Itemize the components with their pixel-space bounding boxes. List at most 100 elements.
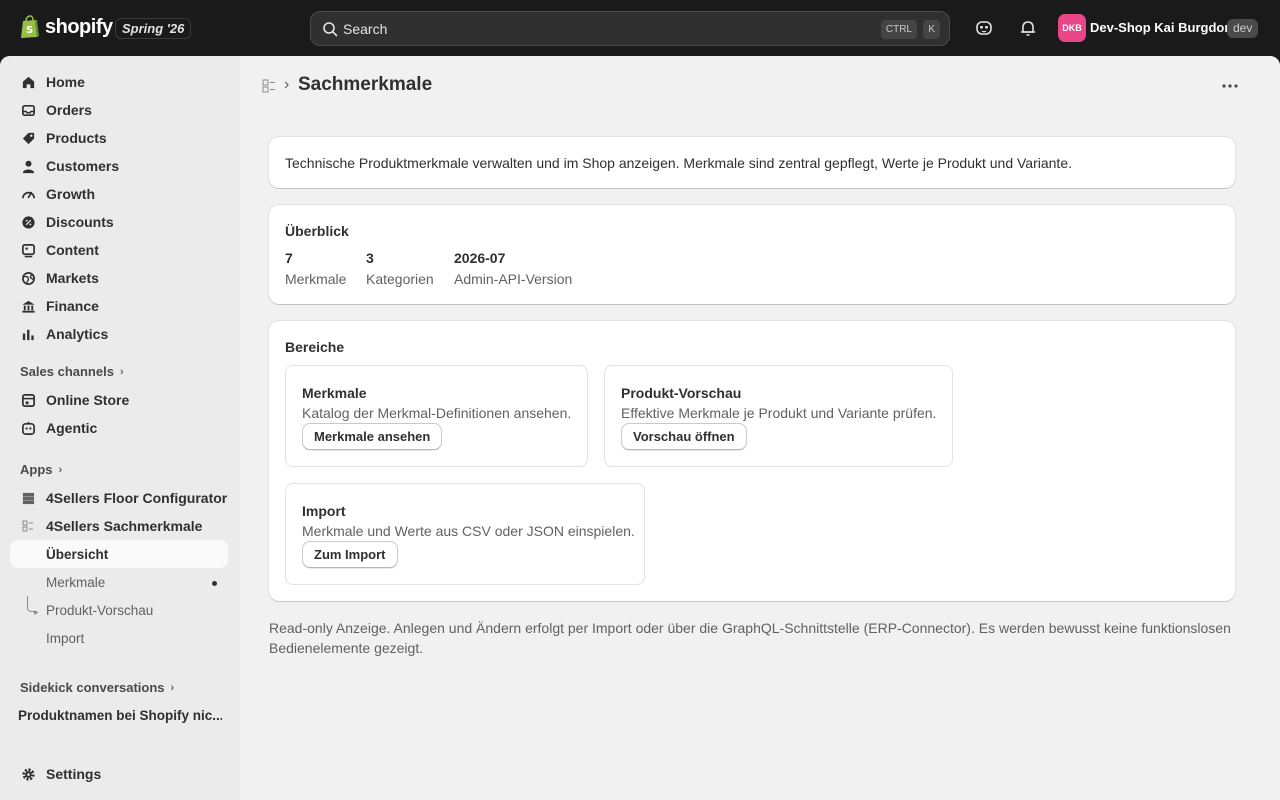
sidebar-item-online-store[interactable]: Online Store — [10, 386, 228, 414]
home-icon — [20, 74, 36, 90]
sidebar-item-floor-configurator[interactable]: 4Sellers Floor Configurator — [10, 484, 228, 512]
sidebar-item-content[interactable]: Content — [10, 236, 228, 264]
sidebar-item-discounts[interactable]: Discounts — [10, 208, 228, 236]
sidebar-subitem-produkt-vorschau[interactable]: Produkt-Vorschau — [10, 596, 228, 624]
area-description: Effektive Merkmale je Produkt und Varian… — [621, 405, 937, 421]
sidebar-item-label: Discounts — [46, 214, 114, 230]
discount-icon — [20, 214, 36, 230]
sidebar-item-finance[interactable]: Finance — [10, 292, 228, 320]
sidebar-item-label: Products — [46, 130, 107, 146]
stat-label: Merkmale — [285, 271, 347, 287]
stat-label: Kategorien — [366, 271, 434, 287]
sidebar-item-label: Agentic — [46, 420, 98, 436]
area-card-import: Import Merkmale und Werte aus CSV oder J… — [285, 483, 645, 585]
overview-card: Überblick 7 Merkmale 3 Kategorien 2026-0… — [269, 205, 1235, 304]
tag-icon — [20, 130, 36, 146]
area-title: Produkt-Vorschau — [621, 385, 742, 401]
vorschau-oeffnen-button[interactable]: Vorschau öffnen — [621, 423, 747, 450]
sidebar-subitem-merkmale[interactable]: Merkmale — [10, 568, 228, 596]
shopify-bag-icon: S — [21, 15, 39, 38]
app-sachmerkmale-icon[interactable] — [262, 79, 276, 93]
sidekick-conversations-title: Sidekick conversations — [20, 680, 165, 695]
stat-api-version: 2026-07 Admin-API-Version — [454, 250, 572, 287]
sidebar-item-sachmerkmale[interactable]: 4Sellers Sachmerkmale — [10, 512, 228, 540]
sidebar-subitem-label: Import — [46, 630, 85, 646]
stat-label: Admin-API-Version — [454, 271, 573, 287]
shop-name[interactable]: Dev-Shop Kai Burgdorf — [1090, 20, 1234, 35]
shortcut-k-key: K — [923, 20, 940, 39]
chevron-right-icon: › — [119, 365, 124, 378]
areas-card: Bereiche Merkmale Katalog der Merkmal-De… — [269, 321, 1235, 601]
sales-channels-title: Sales channels — [20, 364, 114, 379]
area-title: Import — [302, 503, 346, 519]
search-icon — [323, 22, 338, 37]
intro-card: Technische Produktmerkmale verwalten und… — [269, 137, 1235, 188]
person-icon — [20, 158, 36, 174]
store-icon — [20, 392, 36, 408]
sidebar-item-label: Finance — [46, 298, 99, 314]
sidebar-item-agentic[interactable]: Agentic — [10, 414, 228, 442]
area-description: Merkmale und Werte aus CSV oder JSON ein… — [302, 523, 635, 539]
sidebar-item-analytics[interactable]: Analytics — [10, 320, 228, 348]
apps-title: Apps — [20, 462, 53, 477]
top-bar: S shopify Spring '26 Search CTRL K DKB D… — [0, 0, 1280, 56]
shopify-logo[interactable]: S shopify — [20, 15, 113, 39]
sales-channels-heading[interactable]: Sales channels › — [20, 364, 124, 379]
sidebar-subitem-label: Produkt-Vorschau — [46, 602, 154, 618]
sidekick-conversations-heading[interactable]: Sidekick conversations › — [20, 680, 174, 695]
sidebar-item-settings[interactable]: Settings — [10, 760, 228, 788]
areas-title: Bereiche — [285, 339, 345, 355]
more-actions-button[interactable] — [1218, 74, 1242, 98]
app-sachmerkmale-icon — [20, 518, 36, 534]
sidebar-subitem-import[interactable]: Import — [10, 624, 228, 652]
inbox-icon — [20, 102, 36, 118]
notifications-button[interactable] — [1016, 16, 1040, 40]
sidebar-item-products[interactable]: Products — [10, 124, 228, 152]
sidebar-item-label: Content — [46, 242, 99, 258]
sidebar-item-label: Customers — [46, 158, 120, 174]
ellipsis-icon — [1222, 84, 1238, 88]
sidebar-item-label: Home — [46, 74, 85, 90]
gauge-icon — [20, 186, 36, 202]
bar-chart-icon — [20, 326, 36, 342]
sidebar-item-label: Settings — [46, 766, 102, 782]
app-floor-icon — [20, 490, 36, 506]
sidebar-item-label: 4Sellers Floor Configurator — [46, 490, 228, 506]
stat-kategorien: 3 Kategorien — [366, 250, 434, 287]
globe-icon — [20, 270, 36, 286]
conversation-item[interactable]: Produktnamen bei Shopify nic... — [18, 708, 222, 723]
merkmale-ansehen-button[interactable]: Merkmale ansehen — [302, 423, 443, 450]
breadcrumb-chevron-icon: › — [284, 76, 290, 93]
page-title: Sachmerkmale — [298, 74, 433, 95]
sidebar-subitem-label: Merkmale — [46, 574, 106, 590]
sidebar: Home Orders Products Customers Growth Di… — [0, 56, 240, 800]
search-input[interactable]: Search CTRL K — [310, 11, 950, 46]
sidebar-item-home[interactable]: Home — [10, 68, 228, 96]
zum-import-button[interactable]: Zum Import — [302, 541, 398, 568]
chevron-right-icon: › — [58, 463, 63, 476]
svg-text:S: S — [26, 25, 33, 36]
sidebar-item-customers[interactable]: Customers — [10, 152, 228, 180]
stat-merkmale: 7 Merkmale — [285, 250, 346, 287]
sidebar-item-markets[interactable]: Markets — [10, 264, 228, 292]
area-card-produkt-vorschau: Produkt-Vorschau Effektive Merkmale je P… — [604, 365, 953, 467]
area-description: Katalog der Merkmal-Definitionen ansehen… — [302, 405, 572, 421]
sidebar-item-label: Markets — [46, 270, 99, 286]
sidekick-button[interactable] — [972, 16, 996, 40]
sidebar-item-orders[interactable]: Orders — [10, 96, 228, 124]
stat-value: 7 — [285, 250, 293, 266]
apps-heading[interactable]: Apps › — [20, 462, 62, 477]
gear-icon — [20, 766, 36, 782]
shopify-wordmark: shopify — [45, 15, 113, 38]
edition-badge[interactable]: Spring '26 — [115, 18, 192, 39]
bank-icon — [20, 298, 36, 314]
sidebar-item-growth[interactable]: Growth — [10, 180, 228, 208]
sidebar-item-label: Analytics — [46, 326, 109, 342]
agent-icon — [20, 420, 36, 436]
bell-icon — [1020, 21, 1036, 36]
area-title: Merkmale — [302, 385, 367, 401]
stat-value: 3 — [366, 250, 374, 266]
sidebar-subitem-uebersicht[interactable]: Übersicht — [10, 540, 228, 568]
sidebar-item-label: 4Sellers Sachmerkmale — [46, 518, 203, 534]
shop-avatar[interactable]: DKB — [1058, 14, 1086, 42]
